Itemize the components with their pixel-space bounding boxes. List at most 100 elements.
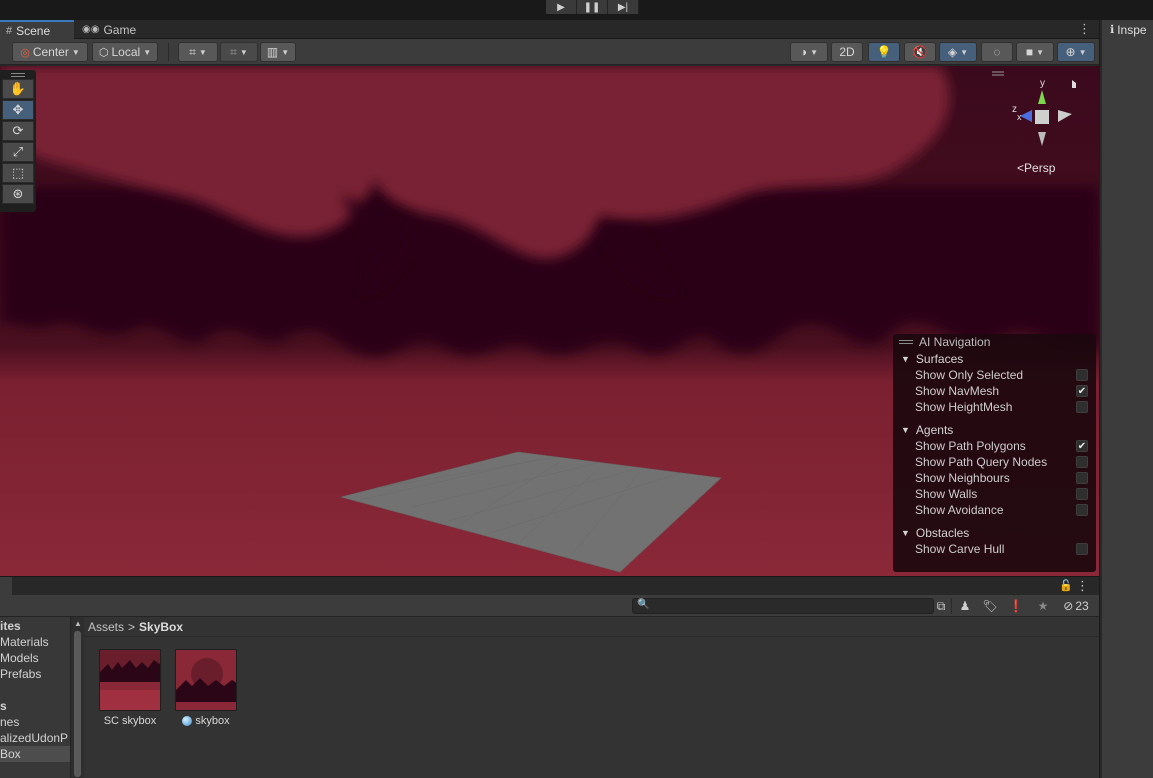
option-checkbox[interactable] [1076,369,1088,381]
tree-item[interactable]: nes [0,714,70,730]
option-checkbox[interactable] [1076,472,1088,484]
eye-slash-icon: ⊘ [1063,599,1074,613]
hidden-packages-toggle[interactable]: ⊘ 23 [1058,597,1094,615]
step-button[interactable]: ▶| [608,0,639,14]
tree-item[interactable] [0,682,70,698]
ruler-button[interactable]: ▥ ▼ [260,42,296,62]
project-folder-tree: ites Materials Models Prefabs s nes alizedUdon… [0,617,70,778]
transform-icon: ⊛ [12,186,24,201]
audio-toggle[interactable]: 🔇 [904,42,936,62]
project-window: 🔓 ⋮ 🔍 ⧉ ♟ 🏷 ❗ ★ ⊘ 23 ites Materials Models… [0,576,1099,778]
filter-by-label-icon[interactable]: 🏷 [980,597,1000,615]
tab-game-label: Game [103,22,137,37]
log-types-icon[interactable]: ❗ [1005,597,1027,615]
lightbulb-icon: 💡 [876,45,892,59]
hand-icon: ✋ [9,81,27,96]
pivot-dropdown[interactable]: ◎ Center ▼ [12,42,88,62]
chevron-down-icon: ▼ [281,47,290,57]
foldout-triangle-icon[interactable]: ▼ [901,528,910,538]
option-checkbox[interactable] [1076,456,1088,468]
favorite-star-icon[interactable]: ★ [1033,597,1053,615]
rect-tool[interactable]: ⬚ [2,163,34,183]
filter-by-type-icon[interactable]: ♟ [955,597,975,615]
gizmos-dropdown[interactable]: ⊕ ▼ [1057,42,1095,62]
tree-item[interactable]: ites [0,618,70,634]
texture-thumbnail [99,649,161,711]
shading-mode-dropdown[interactable]: ◑ ▼ [790,42,828,62]
projection-toggle[interactable]: <Persp [1017,161,1055,175]
layers-icon: ◈ [947,45,958,59]
tab-project[interactable] [0,577,12,595]
option-checkbox[interactable] [1076,543,1088,555]
option-checkbox[interactable]: ✔ [1076,440,1088,452]
chevron-down-icon: ▼ [239,47,248,57]
ai-nav-section[interactable]: ▼ Agents [893,421,1096,438]
option-label: Show Carve Hull [915,542,1005,556]
hand-tool[interactable]: ✋ [2,79,34,99]
lighting-toggle[interactable]: 💡 [868,42,900,62]
tab-game[interactable]: ◉◉ Game [76,20,142,39]
foldout-triangle-icon[interactable]: ▼ [901,425,910,435]
option-checkbox[interactable]: ✔ [1076,385,1088,397]
asset-item[interactable]: skybox [166,649,246,729]
camera-dropdown[interactable]: ■ ▼ [1016,42,1054,62]
foldout-triangle-icon[interactable]: ▼ [901,354,910,364]
tree-item[interactable]: Materials [0,634,70,650]
svg-text:y: y [1040,78,1045,89]
option-checkbox[interactable] [1076,401,1088,413]
section-label: Obstacles [915,525,970,540]
ai-nav-section[interactable]: ▼ Obstacles [893,524,1096,541]
more-menu-icon[interactable]: ⋮ [1076,578,1089,594]
more-menu-icon[interactable]: ⋮ [1078,21,1091,37]
toggle-2d-button[interactable]: 2D [831,42,863,62]
option-label: Show NavMesh [915,384,1000,398]
cube-icon: ⬡ [98,46,109,59]
drag-handle[interactable] [11,73,25,77]
ai-nav-section[interactable]: ▼ Surfaces [893,350,1096,367]
visibility-toggle[interactable]: ◌ [981,42,1013,62]
project-tabbar: 🔓 ⋮ [0,577,1099,595]
scrollbar-thumb[interactable] [74,631,81,777]
drag-handle[interactable] [899,340,913,344]
lock-icon[interactable]: 🔓 [1059,579,1073,592]
ai-nav-header[interactable]: AI Navigation [893,334,1096,350]
persp-label: Persp [1024,161,1056,175]
space-label: Local [111,45,141,59]
ai-nav-option: Show Walls [893,486,1096,502]
project-search-input[interactable]: 🔍 [632,598,934,614]
rotate-tool[interactable]: ⟳ [2,121,34,141]
incremental-snap-button[interactable]: ⌗ ▼ [220,42,258,62]
scale-tool[interactable]: ⤢ [2,142,34,162]
move-tool[interactable]: ✥ [2,100,34,120]
grid-snap-icon: ⌗ [189,44,196,59]
space-dropdown[interactable]: ⬡ Local ▼ [92,42,158,62]
option-checkbox[interactable] [1076,504,1088,516]
scroll-up-icon[interactable]: ▲ [74,619,82,628]
effects-dropdown[interactable]: ◈ ▼ [939,42,977,62]
grid-snap-button[interactable]: ⌗ ▼ [178,42,218,62]
breadcrumb-current[interactable]: SkyBox [139,620,183,634]
tree-item[interactable]: s [0,698,70,714]
tree-item[interactable]: Models [0,650,70,666]
scene-tabbar: # Scene ◉◉ Game ⋮ [0,20,1099,39]
tab-scene[interactable]: # Scene [0,20,74,39]
tab-inspector[interactable]: ℹ Inspe [1102,20,1153,39]
tree-item[interactable]: Box [0,746,70,762]
tree-scrollbar[interactable]: ▲ [70,617,84,778]
transform-tool[interactable]: ⊛ [2,184,34,204]
gamepad-icon: ◉◉ [82,24,100,35]
tree-item[interactable]: alizedUdonP [0,730,70,746]
option-label: Show Avoidance [915,503,1004,517]
axis-gizmo-icon: y z x [992,71,1076,146]
pause-icon: ❚❚ [583,1,601,13]
option-checkbox[interactable] [1076,488,1088,500]
svg-text:x: x [1017,112,1022,122]
search-scope-icon[interactable]: ⧉ [934,597,948,615]
pause-button[interactable]: ❚❚ [577,0,608,14]
breadcrumb-assets[interactable]: Assets [88,620,124,634]
play-button[interactable]: ▶ [546,0,577,14]
scene-viewport[interactable]: ✋ ✥ ⟳ ⤢ ⬚ ⊛ y z x <Persp AI Navigation ▼… [0,66,1099,576]
tree-item[interactable]: Prefabs [0,666,70,682]
asset-item[interactable]: SC skybox [90,649,170,729]
snap-icon: ⌗ [230,44,237,59]
